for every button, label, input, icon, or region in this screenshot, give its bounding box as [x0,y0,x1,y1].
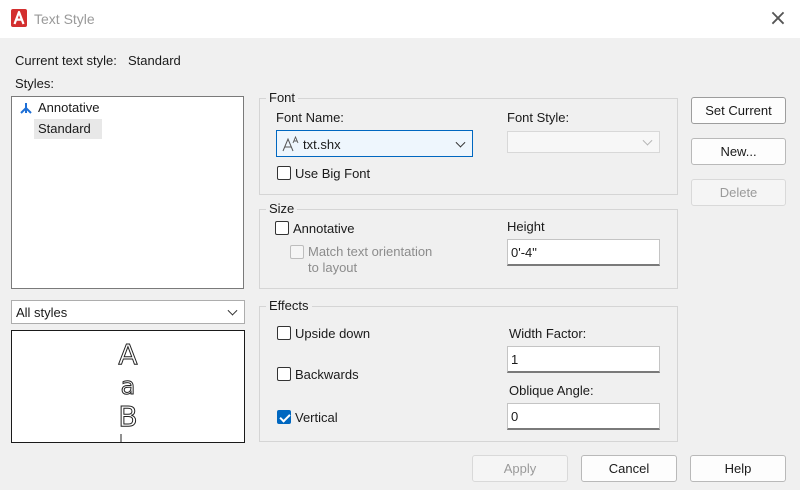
current-style-label: Current text style: [15,53,117,68]
preview-glyph-a-upper: A [118,338,137,371]
help-button[interactable]: Help [690,455,786,482]
use-big-font-checkbox[interactable] [277,166,291,180]
match-orientation-label-line1: Match text orientation [308,244,433,259]
window-title: Text Style [34,11,95,27]
backwards-label: Backwards [295,367,359,382]
annotative-icon [20,103,32,114]
current-style-value: Standard [128,53,181,68]
close-icon[interactable]: × [764,6,792,32]
list-item-label: Annotative [38,100,100,115]
match-orientation-label-line2: to layout [308,260,358,275]
styles-list[interactable]: Annotative Standard [11,96,244,289]
vertical-checkbox[interactable] [277,410,291,424]
list-item-standard[interactable]: Standard [34,119,102,139]
font-style-select[interactable] [507,131,660,153]
styles-filter-value: All styles [16,305,68,320]
style-preview: A a B [11,330,245,443]
shx-font-icon [282,136,299,152]
font-style-label: Font Style: [507,110,570,125]
list-item-label: Standard [38,121,91,136]
effects-group-title: Effects [266,298,312,313]
vertical-label: Vertical [295,410,338,425]
font-name-value: txt.shx [303,137,341,152]
height-input[interactable]: 0'-4" [507,239,660,266]
title-bar [0,0,800,38]
font-name-select[interactable]: txt.shx [276,130,473,157]
chevron-down-icon [455,137,466,148]
chevron-down-icon [227,305,238,316]
annotative-label: Annotative [293,221,355,236]
backwards-checkbox[interactable] [277,367,291,381]
autocad-app-icon [11,9,27,27]
upside-down-label: Upside down [295,326,371,341]
set-current-button[interactable]: Set Current [691,97,786,124]
match-orientation-checkbox[interactable] [290,245,304,259]
list-item-annotative[interactable]: Annotative [17,98,237,118]
cancel-button[interactable]: Cancel [581,455,677,482]
width-factor-input[interactable]: 1 [507,346,660,373]
font-group-title: Font [266,90,299,105]
font-name-label: Font Name: [276,110,344,125]
new-button[interactable]: New... [691,138,786,165]
use-big-font-label: Use Big Font [295,166,371,181]
preview-glyph-b-upper: B [118,400,137,433]
apply-button[interactable]: Apply [472,455,568,482]
preview-graphic: A a B [118,338,138,442]
styles-label: Styles: [15,76,55,91]
annotative-checkbox[interactable] [275,221,289,235]
height-label: Height [507,219,545,234]
oblique-angle-input[interactable]: 0 [507,403,660,430]
oblique-angle-label: Oblique Angle: [509,383,594,398]
styles-filter-select[interactable]: All styles [11,300,245,324]
preview-glyph-a-lower: a [121,372,136,400]
check-icon [279,411,291,423]
size-group-title: Size [266,201,298,216]
delete-button[interactable]: Delete [691,179,786,206]
chevron-down-icon [642,135,653,146]
width-factor-label: Width Factor: [509,326,587,341]
upside-down-checkbox[interactable] [277,326,291,340]
